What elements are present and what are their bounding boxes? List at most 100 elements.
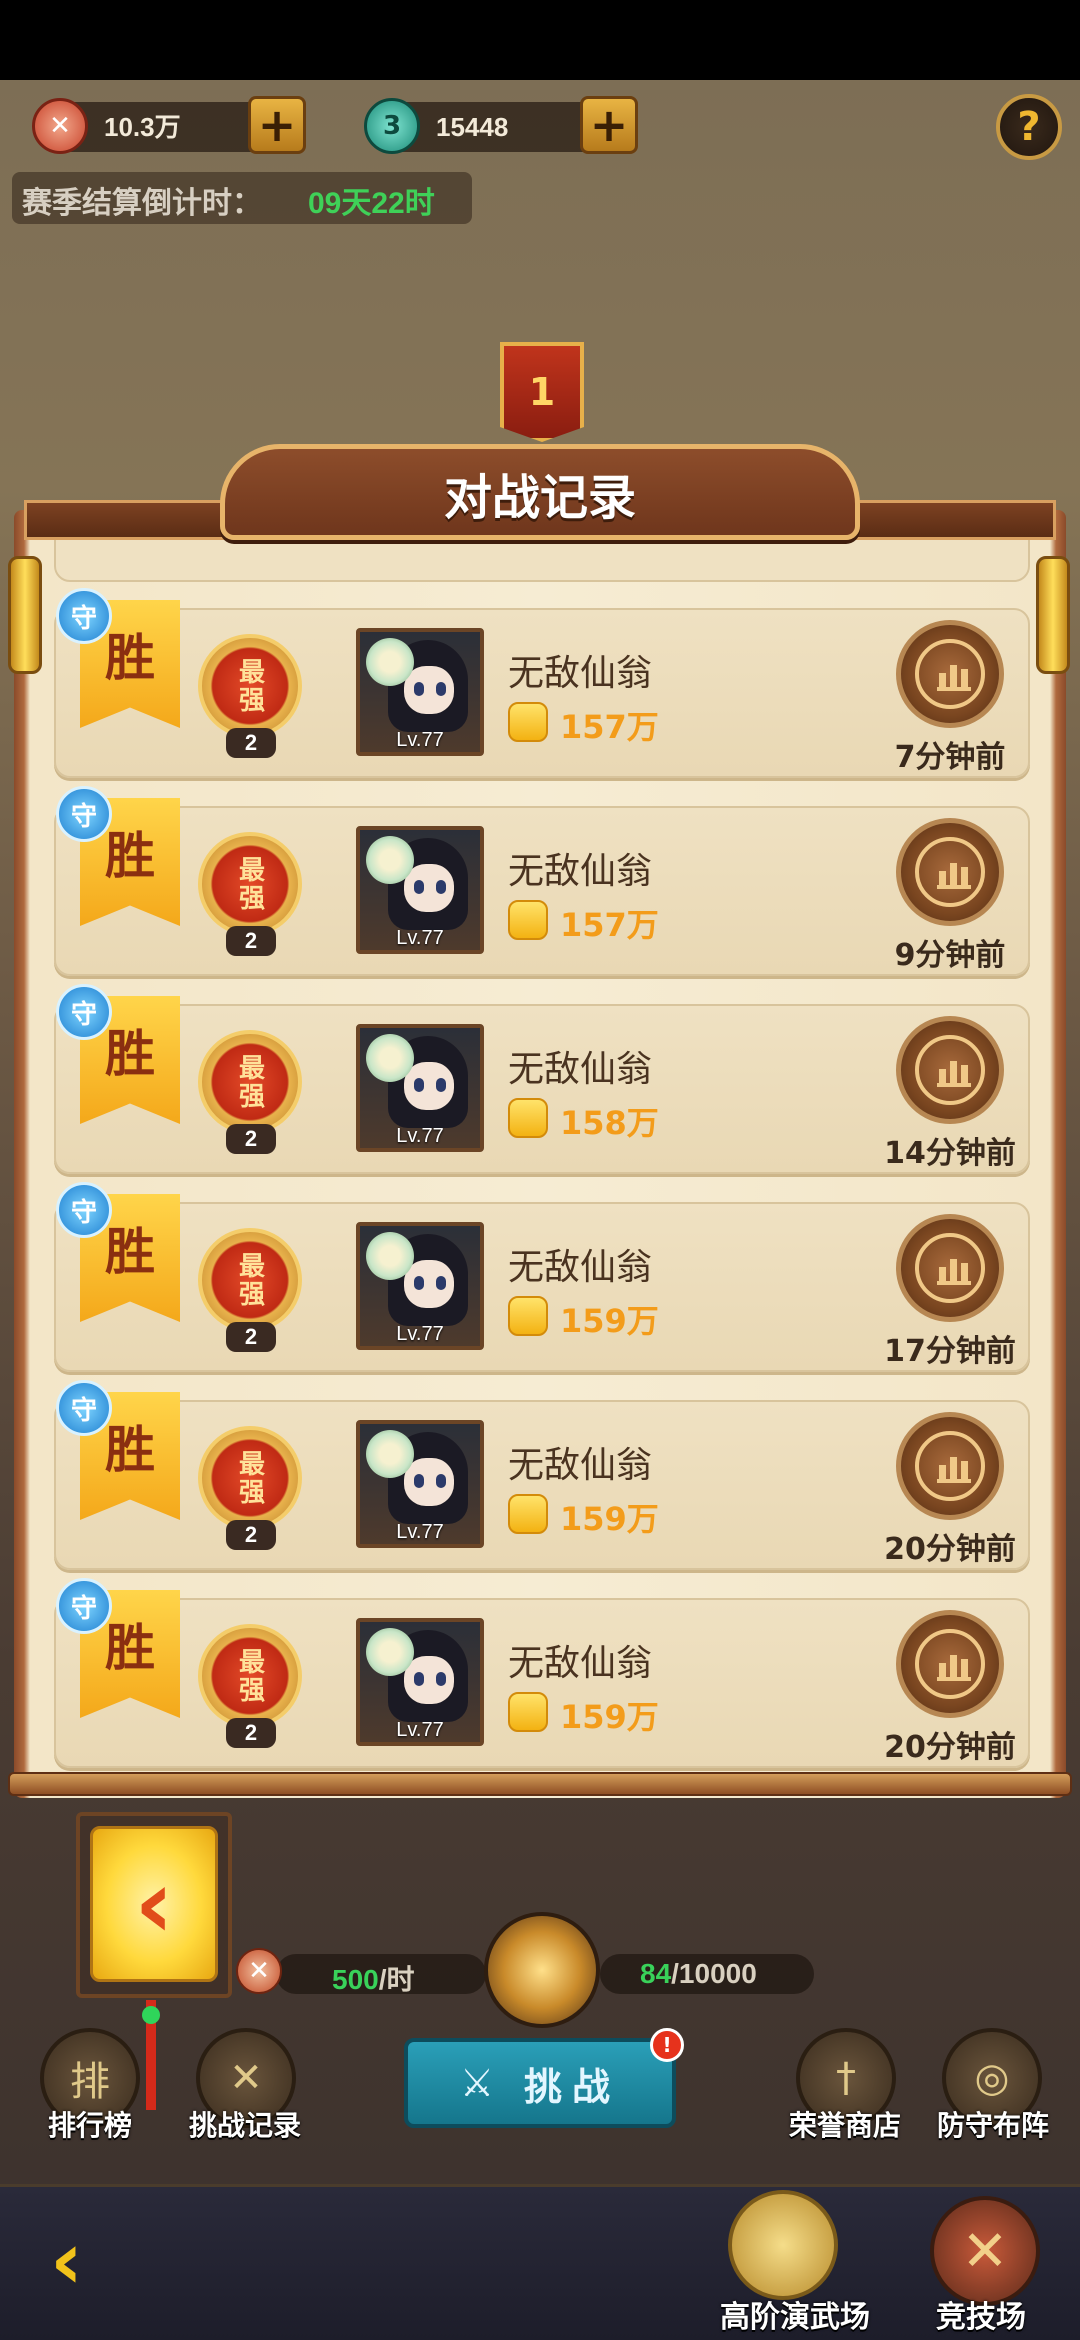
add-honor-button[interactable]: +	[248, 96, 306, 154]
arena-swords-icon[interactable]: ✕	[930, 2196, 1040, 2306]
alert-badge-icon: !	[650, 2028, 684, 2062]
avatar-eye	[414, 1078, 424, 1092]
formation-ring-icon: ◎	[974, 2055, 1010, 2101]
flower-ornament-icon	[366, 1628, 414, 1676]
defense-badge-icon: 守	[56, 786, 112, 842]
flower-ornament-icon	[366, 1430, 414, 1478]
title-wing-right	[826, 500, 1056, 540]
jade-coin-icon: 3	[364, 98, 420, 154]
income-rate: 500/时	[332, 1958, 415, 1998]
rank-medal-icon: 最强	[198, 1228, 302, 1332]
status-bar	[0, 0, 1080, 80]
record-row: 胜 守 最强 2 Lv.77 无敌仙翁 157万 7分钟前	[54, 588, 1030, 778]
avatar-eye	[436, 682, 446, 696]
opponent-level: Lv.77	[396, 1719, 444, 1741]
opponent-avatar[interactable]: Lv.77	[356, 1618, 484, 1746]
opponent-avatar[interactable]: Lv.77	[356, 1024, 484, 1152]
battle-time: 20分钟前	[884, 1730, 1016, 1765]
defense-badge-icon: 守	[56, 588, 112, 644]
season-countdown-label: 赛季结算倒计时：	[22, 186, 262, 221]
challenge-log-label: 挑战记录	[188, 2109, 301, 2142]
replay-icon	[915, 1035, 985, 1105]
defense-badge-icon: 守	[56, 1578, 112, 1634]
scroll-bottom-rod	[8, 1772, 1072, 1796]
storage-max: /10000	[671, 1958, 757, 1989]
rank-banner: 1	[500, 342, 584, 442]
replay-icon	[915, 1629, 985, 1699]
replay-button[interactable]	[896, 1016, 1004, 1124]
opponent-name: 无敌仙翁	[508, 1247, 653, 1288]
season-countdown-value: 09天22时	[308, 187, 435, 220]
opponent-power: 157万	[560, 708, 659, 746]
opponent-avatar[interactable]: Lv.77	[356, 1420, 484, 1548]
challenge-button[interactable]: ⚔ 挑战	[404, 2038, 676, 2128]
rank-level: 2	[226, 1124, 276, 1154]
opponent-name: 无敌仙翁	[508, 653, 653, 694]
opponent-level: Lv.77	[396, 729, 444, 751]
rank-medal-icon: 最强	[198, 1426, 302, 1530]
scroll-swords-icon: ✕	[229, 2055, 263, 2101]
leaderboard-label: 排行榜	[47, 2109, 132, 2142]
opponent-power: 157万	[560, 906, 659, 944]
avatar-eye	[436, 1474, 446, 1488]
battle-time: 9分钟前	[894, 938, 1006, 973]
dragon-emblem-icon[interactable]	[728, 2190, 838, 2300]
battle-record-list[interactable]: 胜 守 最强 2 Lv.77 无敌仙翁 157万 7分钟前 胜 守 最强 2 L…	[24, 540, 1056, 1774]
fist-power-icon	[508, 1098, 548, 1138]
treasure-chest-icon[interactable]	[484, 1912, 600, 2028]
avatar-eye	[436, 1276, 446, 1290]
help-button[interactable]: ?	[996, 94, 1062, 160]
avatar-eye	[414, 880, 424, 894]
replay-button[interactable]	[896, 1610, 1004, 1718]
opponent-avatar[interactable]: Lv.77	[356, 826, 484, 954]
avatar-eye	[414, 1672, 424, 1686]
rank-level: 2	[226, 1322, 276, 1352]
avatar-eye	[414, 682, 424, 696]
opponent-power: 159万	[560, 1302, 659, 1340]
fist-power-icon	[508, 900, 548, 940]
back-arrow-icon[interactable]: ‹	[50, 2221, 160, 2301]
fist-power-icon	[508, 1692, 548, 1732]
close-panel-button[interactable]: ‹	[90, 1826, 218, 1982]
defense-badge-icon: 守	[56, 984, 112, 1040]
storage-value: 84	[640, 1958, 672, 1989]
replay-button[interactable]	[896, 818, 1004, 926]
flower-ornament-icon	[366, 836, 414, 884]
rank-medal-icon: 最强	[198, 1030, 302, 1134]
challenge-button-label: 挑战	[524, 2064, 621, 2109]
flower-ornament-icon	[366, 638, 414, 686]
rank-medal-icon: 最强	[198, 634, 302, 738]
replay-button[interactable]	[896, 1412, 1004, 1520]
coin-value: 15448	[436, 112, 509, 142]
replay-icon	[915, 1431, 985, 1501]
income-rate-unit: /时	[378, 1964, 415, 1995]
avatar-face	[404, 864, 454, 912]
bottom-nav-bar	[0, 2184, 1080, 2340]
opponent-name: 无敌仙翁	[508, 1643, 653, 1684]
replay-button[interactable]	[896, 620, 1004, 728]
battle-time: 20分钟前	[884, 1532, 1016, 1567]
avatar-face	[404, 1656, 454, 1704]
rank-medal-icon: 最强	[198, 1624, 302, 1728]
rank-medal-icon: 最强	[198, 832, 302, 936]
record-row: 胜 守 最强 2 Lv.77 无敌仙翁 159万 17分钟前	[54, 1182, 1030, 1372]
advanced-arena-label: 高阶演武场	[720, 2300, 870, 2335]
arena-label: 竞技场	[936, 2300, 1026, 2335]
defense-formation-label: 防守布阵	[936, 2109, 1049, 2142]
avatar-eye	[436, 1078, 446, 1092]
crossed-swords-icon: ✕	[236, 1948, 282, 1994]
record-row: 胜 守 最强 2 Lv.77 无敌仙翁 157万 9分钟前	[54, 786, 1030, 976]
crossed-swords-icon: ⚔	[459, 2061, 505, 2105]
opponent-power: 159万	[560, 1698, 659, 1736]
add-coin-button[interactable]: +	[580, 96, 638, 154]
flower-ornament-icon	[366, 1232, 414, 1280]
replay-icon	[915, 837, 985, 907]
fist-power-icon	[508, 702, 548, 742]
opponent-avatar[interactable]: Lv.77	[356, 1222, 484, 1350]
replay-button[interactable]	[896, 1214, 1004, 1322]
defense-badge-icon: 守	[56, 1380, 112, 1436]
opponent-avatar[interactable]: Lv.77	[356, 628, 484, 756]
storage-amount: 84/10000	[640, 1958, 757, 1990]
honor-value: 10.3万	[104, 112, 181, 142]
opponent-name: 无敌仙翁	[508, 1445, 653, 1486]
